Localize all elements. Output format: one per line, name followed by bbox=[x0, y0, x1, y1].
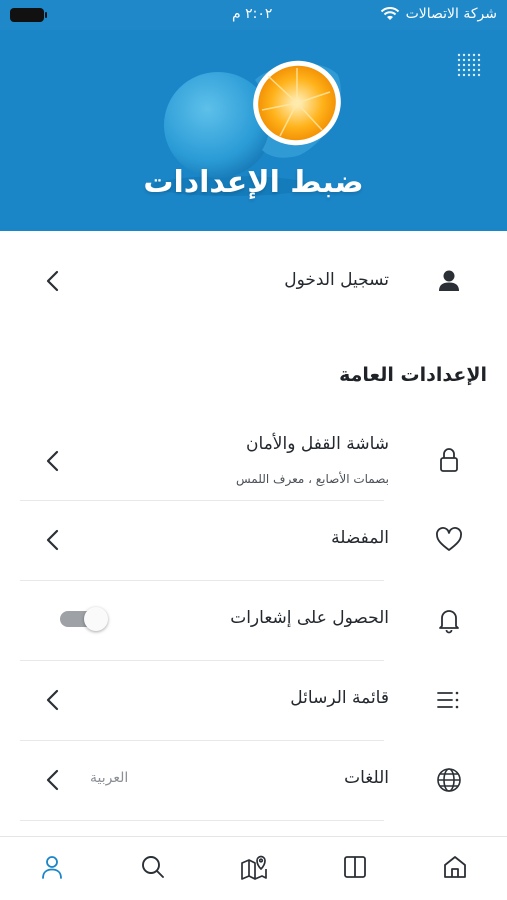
login-row[interactable]: تسجيل الدخول bbox=[0, 252, 507, 310]
user-icon bbox=[439, 270, 459, 291]
divider bbox=[20, 660, 384, 661]
lock-icon bbox=[440, 448, 458, 472]
status-bar: ٢:٠٢ م شركة الاتصالات bbox=[0, 0, 507, 30]
hero-orange-image bbox=[152, 60, 341, 196]
home-icon[interactable] bbox=[441, 853, 469, 881]
chevron-left-icon bbox=[46, 689, 59, 711]
languages-row[interactable]: اللغات العربية bbox=[0, 750, 507, 810]
languages-label: اللغات bbox=[344, 768, 389, 788]
lock-security-row[interactable]: شاشة القفل والأمان بصمات الأصابع ، معرف … bbox=[0, 420, 507, 500]
divider bbox=[20, 740, 384, 741]
chevron-left-icon bbox=[46, 450, 59, 472]
list-icon bbox=[437, 691, 459, 709]
lock-security-label: شاشة القفل والأمان bbox=[246, 434, 389, 454]
bell-icon bbox=[439, 610, 459, 634]
favorites-label: المفضلة bbox=[331, 528, 389, 548]
messages-list-label: قائمة الرسائل bbox=[290, 688, 389, 708]
notifications-label: الحصول على إشعارات bbox=[230, 608, 389, 628]
toggle-knob bbox=[84, 607, 108, 631]
book-icon[interactable] bbox=[341, 853, 369, 881]
notifications-toggle[interactable] bbox=[60, 607, 108, 631]
heart-icon bbox=[436, 527, 462, 551]
divider bbox=[20, 500, 384, 501]
bottom-tab-bar bbox=[0, 836, 507, 900]
battery-icon bbox=[10, 8, 47, 22]
divider bbox=[20, 580, 384, 581]
wifi-icon bbox=[380, 7, 399, 20]
chevron-left-icon bbox=[46, 270, 59, 292]
chevron-left-icon bbox=[46, 529, 59, 551]
globe-icon bbox=[437, 768, 461, 792]
profile-icon[interactable] bbox=[38, 853, 66, 881]
lock-security-subtitle: بصمات الأصابع ، معرف اللمس bbox=[236, 472, 389, 486]
login-label: تسجيل الدخول bbox=[284, 270, 389, 290]
messages-list-row[interactable]: قائمة الرسائل bbox=[0, 670, 507, 730]
chevron-left-icon bbox=[46, 769, 59, 791]
page-title: ضبط الإعدادات bbox=[143, 165, 364, 200]
favorites-row[interactable]: المفضلة bbox=[0, 510, 507, 570]
status-time: ٢:٠٢ م bbox=[232, 6, 273, 22]
carrier-label: شركة الاتصالات bbox=[405, 6, 497, 22]
status-carrier: شركة الاتصالات bbox=[380, 6, 497, 22]
search-icon[interactable] bbox=[139, 853, 167, 881]
map-icon[interactable] bbox=[240, 853, 268, 881]
section-title-general: الإعدادات العامة bbox=[339, 364, 487, 386]
grid-dots-icon[interactable] bbox=[456, 52, 482, 78]
hero-banner: ضبط الإعدادات bbox=[0, 30, 507, 231]
language-value: العربية bbox=[90, 770, 129, 786]
divider bbox=[20, 820, 384, 821]
